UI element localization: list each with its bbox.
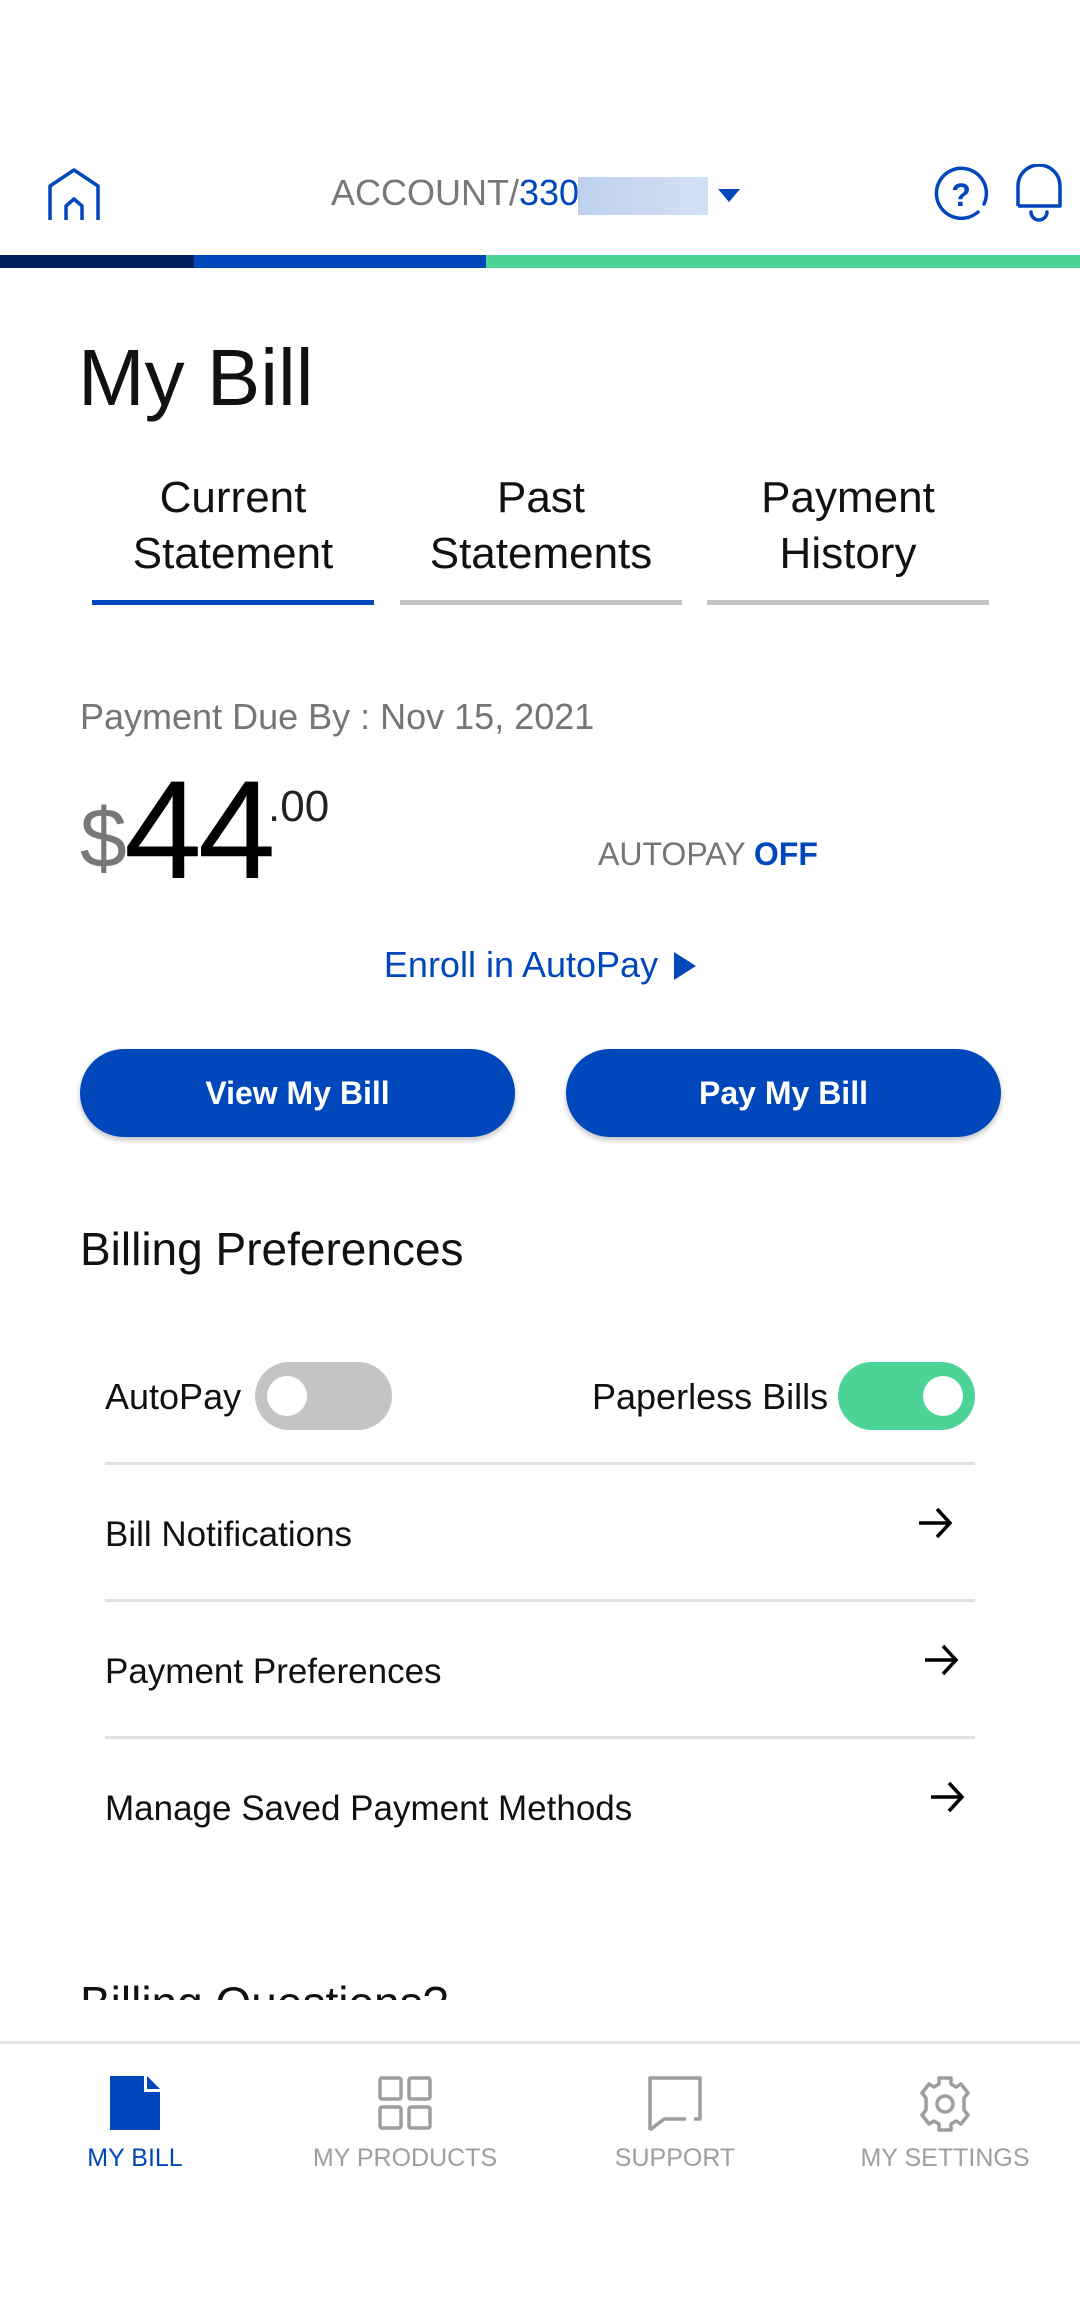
nav-my-settings[interactable]: MY SETTINGS [810,2044,1080,2204]
nav-label: MY BILL [87,2144,183,2172]
autopay-toggle-label: AutoPay [105,1376,242,1417]
progress-segment-1 [0,255,195,268]
billing-questions-heading: Billing Questions? [80,1975,448,2000]
grid-icon [378,2076,432,2130]
document-icon [110,2076,160,2130]
autopay-status-value: OFF [753,836,818,872]
home-icon [48,168,100,220]
account-selector[interactable]: ACCOUNT/330 [331,172,579,214]
view-my-bill-button[interactable]: View My Bill [80,1049,515,1137]
notifications-button[interactable] [1014,163,1064,226]
payment-preferences-item[interactable]: Payment Preferences [105,1602,975,1736]
tab-past-statements[interactable]: Past Statements [400,470,682,605]
billing-preferences-heading: Billing Preferences [80,1223,464,1275]
list-item-label: Manage Saved Payment Methods [105,1789,633,1828]
account-number: 330 [519,172,580,213]
account-number-redacted [578,177,708,215]
enroll-autopay-label: Enroll in AutoPay [383,944,659,985]
list-item-label: Payment Preferences [105,1652,442,1691]
amount-whole: 44 [124,751,276,908]
tab-label-line2: Statement [132,529,334,578]
manage-saved-payment-methods-item[interactable]: Manage Saved Payment Methods [105,1739,975,1873]
billing-questions-text: Billing Questions? [80,1975,448,2000]
tab-label-line1: Past [496,473,586,522]
page-title: My Bill [78,333,314,422]
tab-indicator [400,600,682,605]
play-arrow-icon [674,952,697,980]
autopay-toggle[interactable] [255,1362,392,1430]
help-icon: ? [934,166,989,220]
list-item-label: Bill Notifications [105,1515,353,1554]
progress-segment-3 [486,255,1080,268]
nav-support[interactable]: SUPPORT [540,2044,810,2204]
tab-payment-history[interactable]: Payment History [707,470,989,605]
tab-current-statement[interactable]: Current Statement [92,470,374,605]
toggle-knob [267,1376,307,1416]
arrow-right-icon [925,1644,959,1676]
autopay-status: AUTOPAY OFF [598,836,818,873]
progress-segment-2 [194,255,486,268]
bill-notifications-item[interactable]: Bill Notifications [105,1465,975,1599]
paperless-toggle-label: Paperless Bills [592,1376,829,1417]
arrow-right-icon [931,1781,965,1813]
tab-label-line1: Payment [761,473,935,522]
amount-cents: .00 [268,782,330,831]
tab-label-line2: Statements [429,529,653,578]
chevron-down-icon[interactable] [718,189,740,202]
help-button[interactable]: ? [932,166,990,224]
nav-my-bill[interactable]: MY BILL [0,2044,270,2204]
svg-text:?: ? [951,177,971,213]
progress-bar [0,255,1080,268]
tab-indicator [707,600,989,605]
tab-indicator [92,600,374,605]
tab-label-line1: Current [159,473,307,522]
chat-bubble-icon [648,2076,702,2132]
tab-label-line2: History [779,529,917,578]
nav-my-products[interactable]: MY PRODUCTS [270,2044,540,2204]
autopay-status-label: AUTOPAY [598,836,746,872]
account-prefix: ACCOUNT/ [331,172,519,213]
gear-icon [920,2076,970,2132]
currency-symbol: $ [80,791,127,885]
bottom-navigation: MY BILL MY PRODUCTS SUPPORT MY SETTINGS [0,2041,1080,2303]
paperless-bills-toggle[interactable] [838,1362,975,1430]
nav-label: SUPPORT [614,2144,736,2172]
notification-bell-icon [1016,163,1062,222]
payment-due-date: Payment Due By : Nov 15, 2021 [80,696,595,737]
home-button[interactable] [46,168,102,224]
nav-label: MY PRODUCTS [312,2144,498,2172]
pay-my-bill-button[interactable]: Pay My Bill [566,1049,1001,1137]
nav-label: MY SETTINGS [860,2144,1030,2172]
toggle-knob [923,1376,963,1416]
enroll-autopay-link[interactable]: Enroll in AutoPay [0,944,1080,986]
arrow-right-icon [919,1507,953,1539]
